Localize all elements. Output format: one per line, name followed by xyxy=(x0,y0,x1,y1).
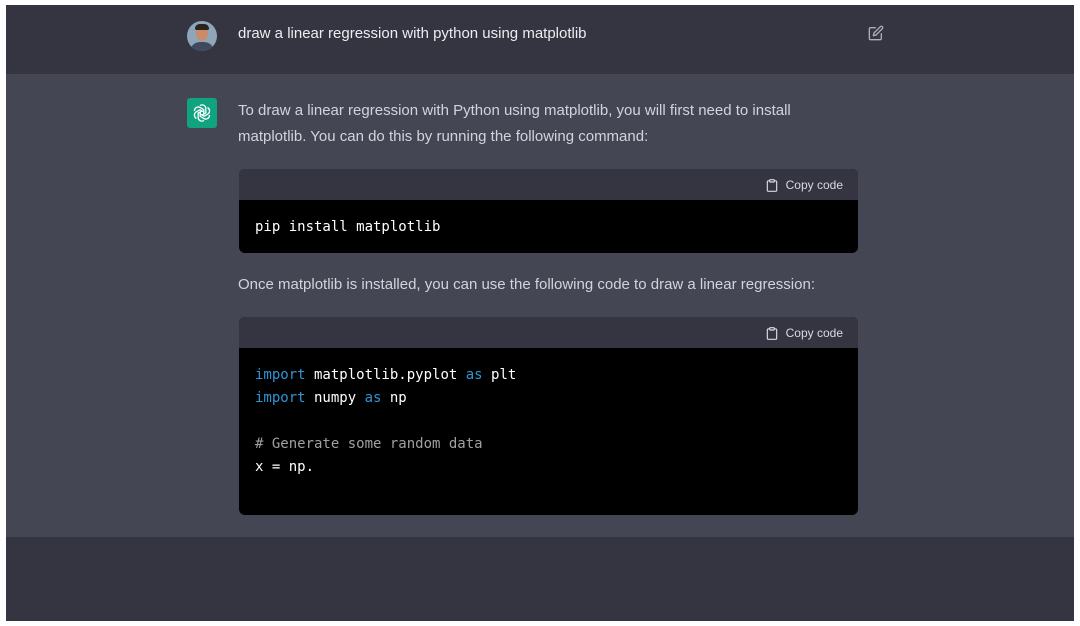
code-body: pip install matplotlib xyxy=(239,200,858,253)
code-block-header: Copy code xyxy=(239,169,858,200)
user-message-row: draw a linear regression with python usi… xyxy=(6,5,1074,74)
code-keyword: as xyxy=(364,390,382,406)
code-line: import numpy as np xyxy=(255,387,842,410)
code-keyword: as xyxy=(465,367,483,383)
avatar-hair-shape xyxy=(195,24,209,30)
code-keyword: import xyxy=(255,390,306,406)
code-text: plt xyxy=(482,367,517,383)
code-line: x = np. xyxy=(255,456,842,479)
code-comment: # Generate some random data xyxy=(255,436,483,452)
code-block-regression: Copy code import matplotlib.pyplot as pl… xyxy=(239,317,858,515)
user-avatar xyxy=(187,21,217,51)
copy-code-label: Copy code xyxy=(785,326,843,340)
chat-window: draw a linear regression with python usi… xyxy=(6,5,1074,621)
code-text: np xyxy=(381,390,407,406)
code-text: matplotlib.pyplot xyxy=(305,367,466,383)
code-line: # Generate some random data xyxy=(255,433,842,456)
code-line: pip install matplotlib xyxy=(255,216,842,239)
copy-code-label: Copy code xyxy=(785,178,843,192)
copy-code-button[interactable]: Copy code xyxy=(765,325,843,341)
code-body: import matplotlib.pyplot as plt import n… xyxy=(239,348,858,495)
clipboard-icon xyxy=(765,326,779,341)
code-block-install: Copy code pip install matplotlib xyxy=(239,169,858,253)
code-text: numpy xyxy=(305,390,365,406)
code-text: pip install matplotlib xyxy=(255,219,441,235)
edit-icon[interactable] xyxy=(868,25,884,41)
code-keyword: import xyxy=(255,367,306,383)
assistant-intro-text: To draw a linear regression with Python … xyxy=(238,102,791,145)
bottom-area xyxy=(6,537,1074,621)
openai-logo-icon xyxy=(187,98,217,128)
avatar-body-shape xyxy=(190,42,214,51)
code-line: import matplotlib.pyplot as plt xyxy=(255,364,842,387)
assistant-message-row: To draw a linear regression with Python … xyxy=(6,74,1074,537)
clipboard-icon xyxy=(765,178,779,193)
assistant-followup-text: Once matplotlib is installed, you can us… xyxy=(238,276,815,293)
code-block-header: Copy code xyxy=(239,317,858,348)
user-message-text: draw a linear regression with python usi… xyxy=(238,25,587,42)
copy-code-button[interactable]: Copy code xyxy=(765,177,843,193)
code-text: x = np. xyxy=(255,459,315,475)
